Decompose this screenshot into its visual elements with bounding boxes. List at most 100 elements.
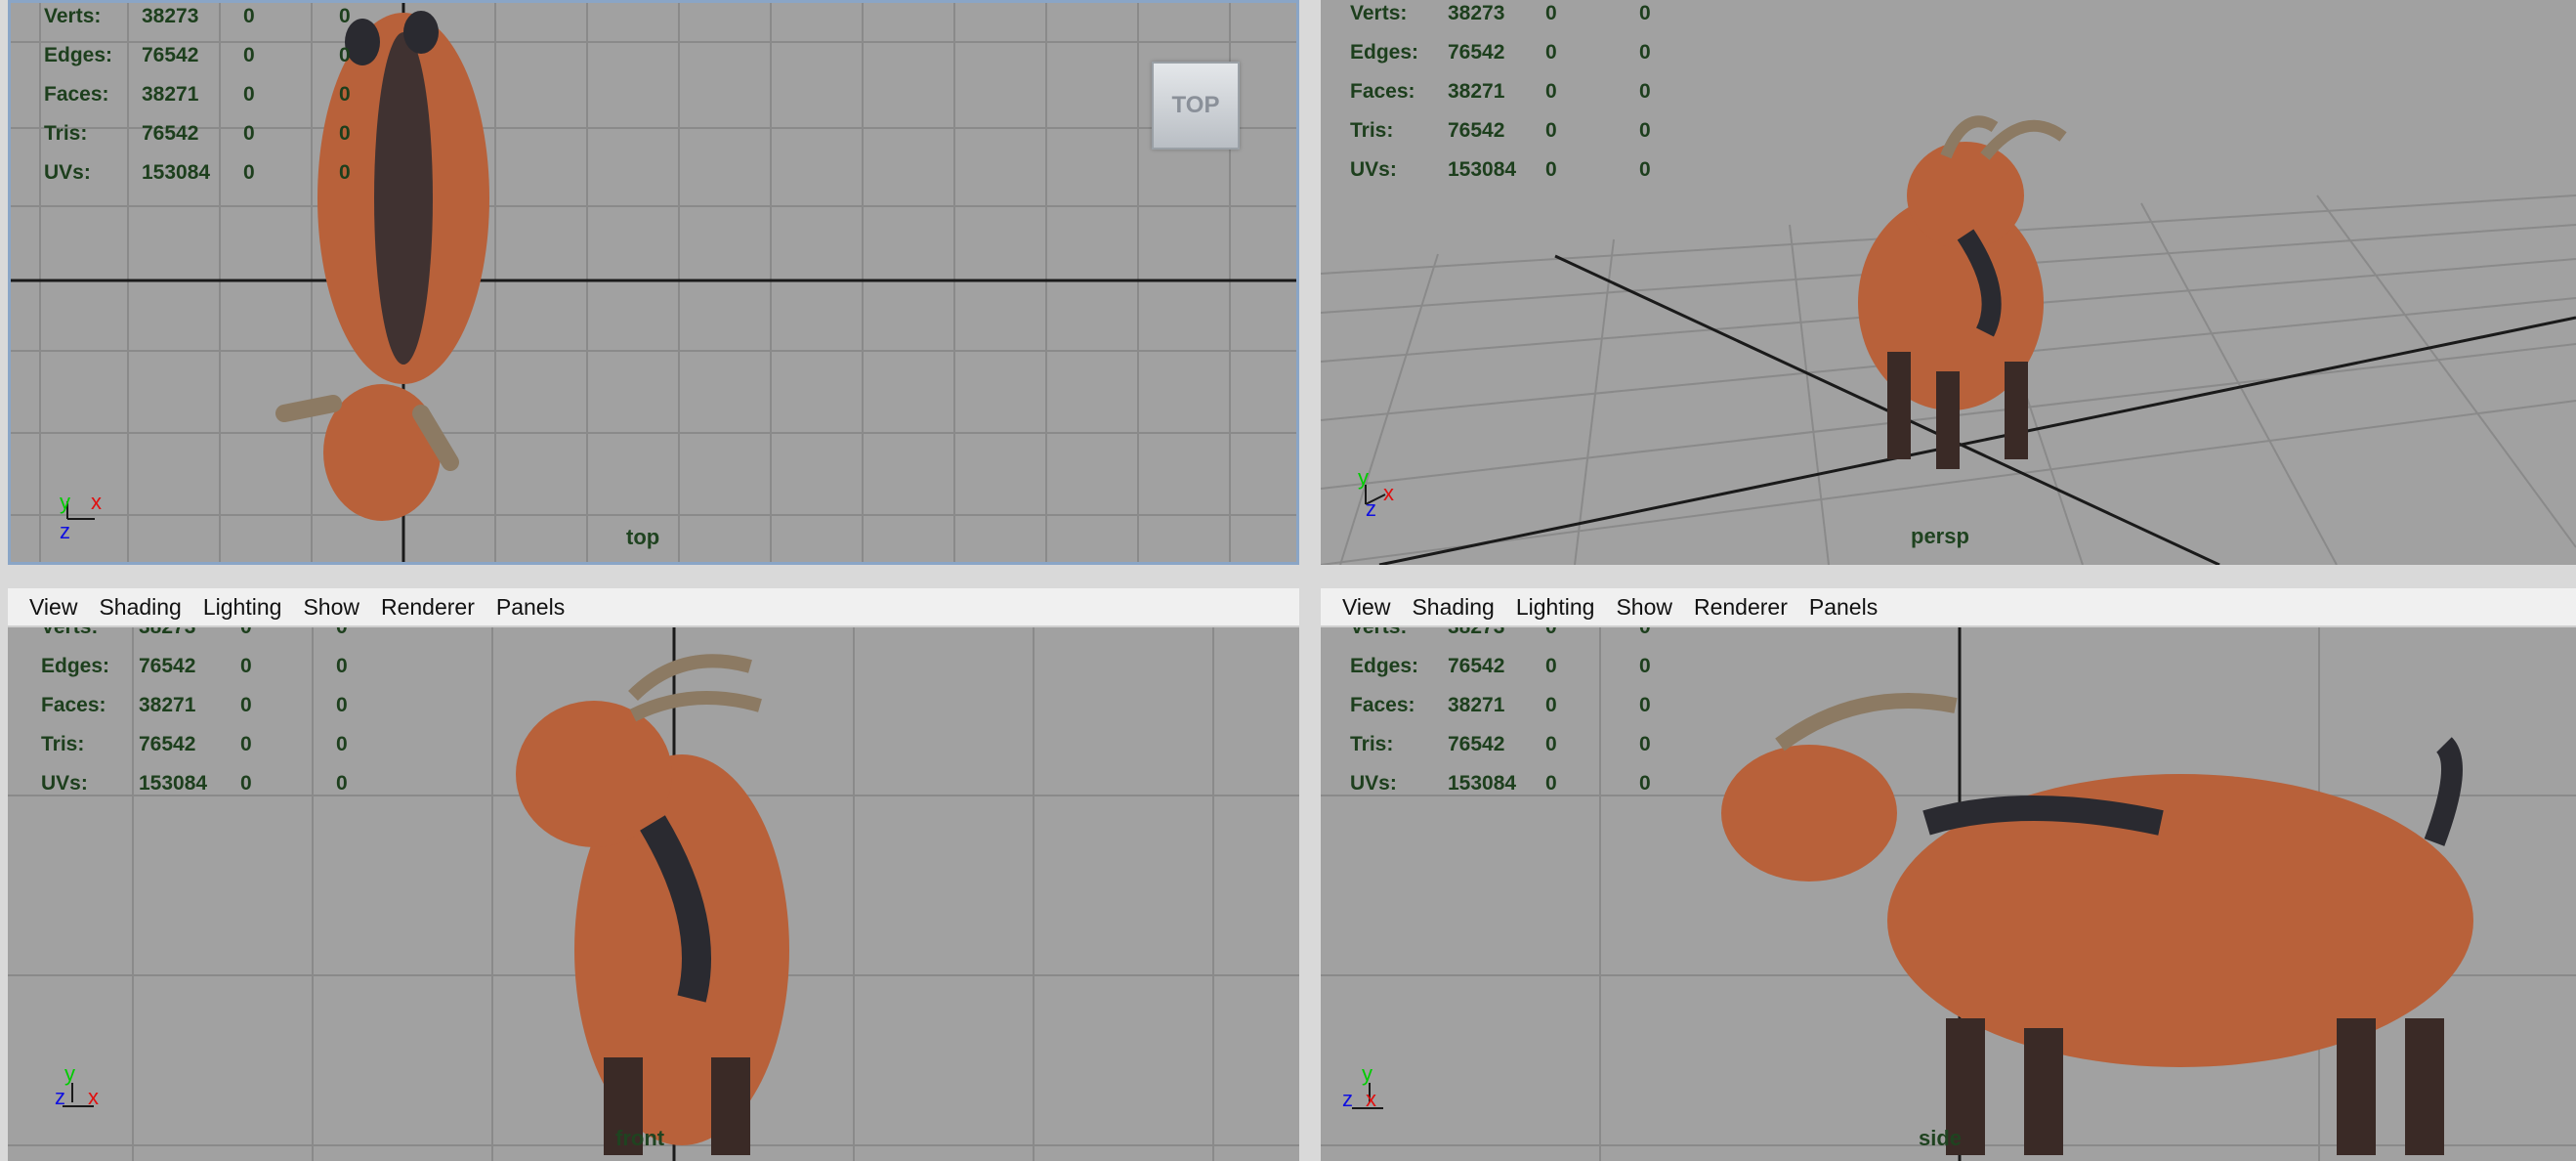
hud-value: 153084 xyxy=(139,772,208,795)
menu-renderer[interactable]: Renderer xyxy=(381,594,475,621)
hud-value: 38271 xyxy=(139,694,196,716)
viewport-front[interactable]: front y z x Verts:3827300 Edges:7654200 … xyxy=(8,627,1299,1161)
hud-label: UVs: xyxy=(1350,158,1397,181)
viewcube-face-label: TOP xyxy=(1171,92,1220,118)
goat-top-view xyxy=(275,11,489,521)
hud-value: 76542 xyxy=(139,655,196,677)
hud-label: Edges: xyxy=(1350,41,1419,64)
panel-menubar-side: View Shading Lighting Show Renderer Pane… xyxy=(1321,588,2576,627)
hud-value: 38271 xyxy=(1448,80,1505,103)
hud-label: UVs: xyxy=(41,772,88,795)
menu-shading[interactable]: Shading xyxy=(99,594,181,621)
hud-value: 0 xyxy=(336,694,348,716)
hud-value: 38271 xyxy=(142,83,199,106)
menu-lighting[interactable]: Lighting xyxy=(203,594,282,621)
gizmo-depth: z xyxy=(1342,1087,1353,1111)
gizmo-right: x xyxy=(1366,1087,1376,1111)
hud-label: Verts: xyxy=(1350,2,1408,24)
hud-value: 76542 xyxy=(1448,41,1505,64)
gizmo-depth: z xyxy=(60,519,70,543)
menu-show[interactable]: Show xyxy=(303,594,359,621)
hud-label: Edges: xyxy=(44,44,113,66)
hud-label: Verts: xyxy=(1350,627,1407,639)
hud-value: 0 xyxy=(339,161,351,184)
axis-gizmo-icon: y x z xyxy=(60,490,102,543)
hud-label: Verts: xyxy=(41,627,98,639)
hud-value: 0 xyxy=(1545,2,1557,24)
hud-value: 76542 xyxy=(139,733,196,755)
goat-side-view xyxy=(1721,693,2473,1155)
hud-label: Verts: xyxy=(44,5,102,27)
gizmo-up: y xyxy=(60,490,70,514)
hud-value: 38273 xyxy=(1448,2,1505,24)
hud-label: Faces: xyxy=(1350,694,1415,716)
hud-value: 0 xyxy=(1545,694,1557,716)
hud-value: 0 xyxy=(1545,119,1557,142)
hud-value: 76542 xyxy=(1448,733,1505,755)
hud-value: 0 xyxy=(243,44,255,66)
hud-value: 0 xyxy=(1639,119,1651,142)
hud-value: 0 xyxy=(339,122,351,145)
hud-value: 38273 xyxy=(142,5,199,27)
hud-value: 0 xyxy=(243,83,255,106)
top-view-grid xyxy=(11,3,1296,562)
menu-renderer[interactable]: Renderer xyxy=(1694,594,1788,621)
hud-value: 0 xyxy=(243,122,255,145)
viewport-persp[interactable]: persp y x z Verts: 38273 0 0 Edges: 76542 0 0 … xyxy=(1321,0,2576,565)
hud-value: 38271 xyxy=(1448,694,1505,716)
gizmo-right: x xyxy=(1383,481,1394,505)
gizmo-right: x xyxy=(91,490,102,514)
hud-value: 0 xyxy=(339,5,351,27)
menu-panels[interactable]: Panels xyxy=(1809,594,1878,621)
hud-value: 0 xyxy=(1545,733,1557,755)
hud-value: 0 xyxy=(336,772,348,795)
hud-value: 0 xyxy=(1545,655,1557,677)
hud-value: 0 xyxy=(1545,158,1557,181)
menu-shading[interactable]: Shading xyxy=(1412,594,1494,621)
hud-label: Faces: xyxy=(44,83,109,106)
hud-value: 0 xyxy=(240,733,252,755)
hud-value: 0 xyxy=(1639,80,1651,103)
menu-view[interactable]: View xyxy=(29,594,77,621)
hud-value: 76542 xyxy=(1448,655,1505,677)
hud-label: Tris: xyxy=(1350,733,1394,755)
menu-view[interactable]: View xyxy=(1342,594,1390,621)
hud-label: UVs: xyxy=(1350,772,1397,795)
hud-label: Tris: xyxy=(1350,119,1394,142)
hud-value: 0 xyxy=(1639,158,1651,181)
hud-value: 0 xyxy=(1639,627,1651,639)
hud-value: 76542 xyxy=(142,44,199,66)
viewport-top[interactable]: TOP top y x z Verts: 38273 0 0 Edges: 76542 0… xyxy=(8,0,1299,565)
hud-value: 0 xyxy=(243,161,255,184)
goat-front-view xyxy=(516,654,789,1155)
hud-value: 153084 xyxy=(1448,772,1517,795)
menu-lighting[interactable]: Lighting xyxy=(1516,594,1595,621)
viewport-side[interactable]: side y z x Verts: 38273 0 0 Edges: 76542 0 0 F… xyxy=(1321,627,2576,1161)
gizmo-depth: z xyxy=(1366,496,1376,521)
menu-show[interactable]: Show xyxy=(1616,594,1672,621)
gizmo-depth: z xyxy=(55,1085,65,1109)
hud-value: 0 xyxy=(336,733,348,755)
hud-value: 0 xyxy=(1545,627,1557,639)
menu-panels[interactable]: Panels xyxy=(496,594,565,621)
hud-value: 0 xyxy=(1545,772,1557,795)
hud-value: 0 xyxy=(240,694,252,716)
hud-value: 0 xyxy=(240,772,252,795)
hud-value: 153084 xyxy=(142,161,211,184)
panel-menubar-front: View Shading Lighting Show Renderer Pane… xyxy=(8,588,1299,627)
axis-gizmo-icon: y x z xyxy=(1358,465,1394,521)
hud-value: 76542 xyxy=(1448,119,1505,142)
hud-value: 0 xyxy=(240,655,252,677)
hud-value: 38273 xyxy=(1448,627,1504,639)
viewcube-icon[interactable]: TOP xyxy=(1152,62,1240,150)
hud-value: 0 xyxy=(336,627,348,639)
hud-label: Tris: xyxy=(44,122,88,145)
hud-value: 76542 xyxy=(142,122,199,145)
hud-value: 0 xyxy=(339,44,351,66)
viewport-label-persp: persp xyxy=(1911,524,1969,548)
hud-value: 0 xyxy=(336,655,348,677)
hud-label: Faces: xyxy=(1350,80,1415,103)
hud-value: 38273 xyxy=(139,627,195,639)
hud-label: Faces: xyxy=(41,694,106,716)
gizmo-up: y xyxy=(1362,1061,1372,1086)
